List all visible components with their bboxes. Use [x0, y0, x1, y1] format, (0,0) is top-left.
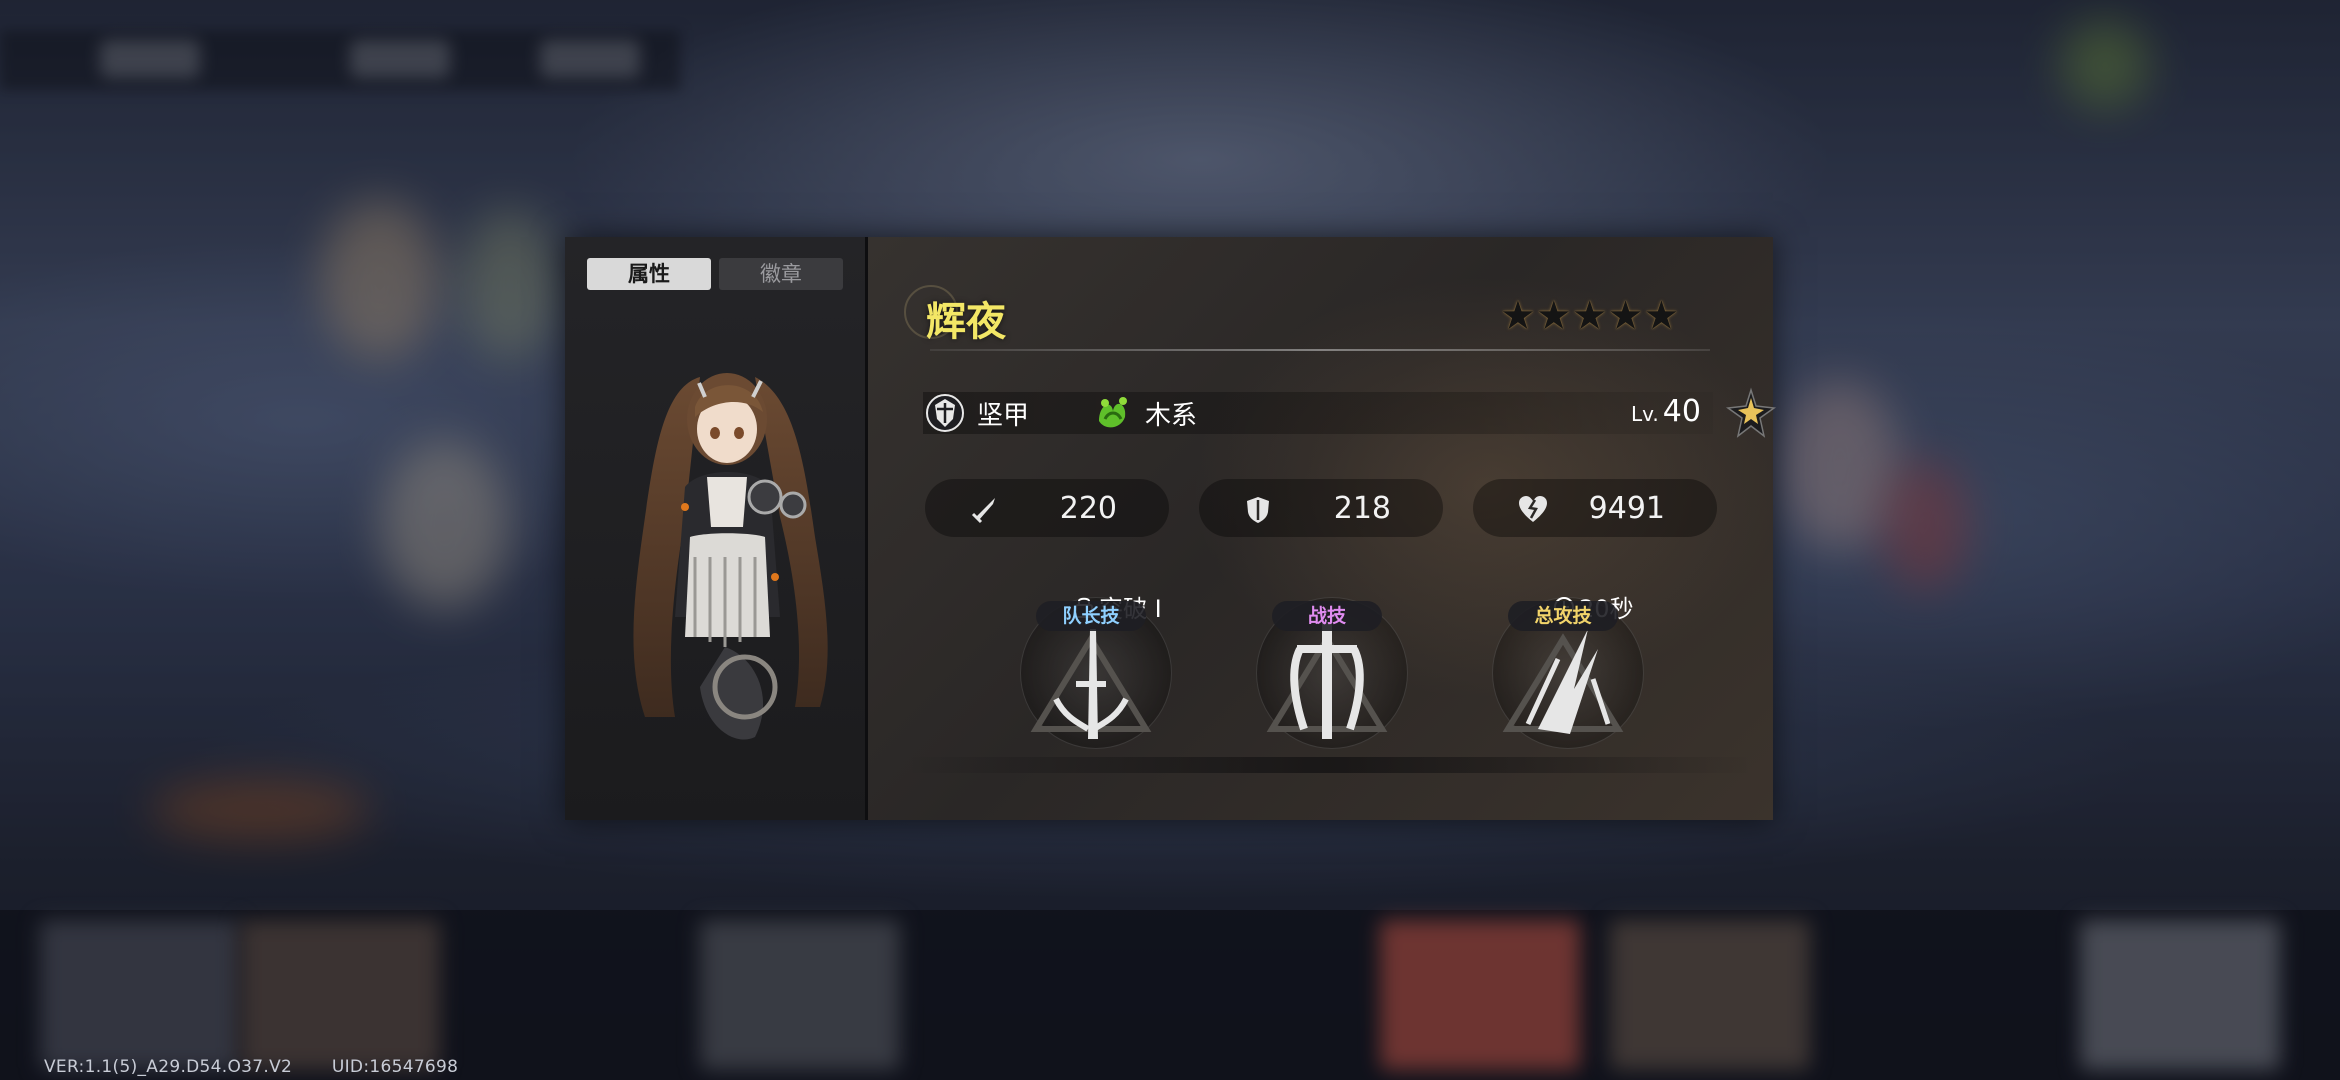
class-label: 坚甲: [977, 400, 1030, 431]
character-portrait: [633, 373, 828, 740]
breakthrough-star-icon[interactable]: [1724, 386, 1778, 440]
uid-text: UID:16547698: [331, 1057, 459, 1077]
heart-icon: [1519, 496, 1547, 522]
title-divider: [930, 349, 1710, 351]
character-name: 辉夜: [926, 299, 1006, 345]
level-display: Lv. 40: [1631, 394, 1701, 429]
version-text: VER:1.1(5)_A29.D54.O37.V2: [44, 1057, 293, 1077]
class-element-level-bar: 坚甲 木系 Lv. 40: [923, 387, 1777, 438]
level-value: 40: [1662, 394, 1701, 429]
defense-value: 218: [1333, 491, 1391, 526]
hp-value: 9491: [1588, 491, 1665, 526]
attack-stat: 220: [925, 479, 1169, 537]
wood-element-icon: [1099, 397, 1127, 428]
portrait-pane: 属性 徽章: [565, 237, 868, 820]
attack-value: 220: [1059, 491, 1117, 526]
leader-skill-label: 队长技: [1036, 601, 1146, 631]
tab-attributes[interactable]: 属性: [587, 258, 711, 290]
level-prefix: Lv.: [1631, 402, 1659, 426]
combat-skill-label: 战技: [1272, 601, 1382, 631]
tab-badges[interactable]: 徽章: [719, 258, 843, 290]
skill-floor-shadow: [904, 757, 1754, 773]
version-footer: VER:1.1(5)_A29.D54.O37.V2 UID:16547698: [44, 1057, 492, 1077]
sword-icon: [971, 498, 995, 524]
element-label: 木系: [1145, 400, 1198, 431]
rarity-stars: ★★★★★: [1500, 293, 1680, 339]
info-pane: 辉夜 ★★★★★ 坚甲 木系 Lv. 40 220 218 9491 Ⅰ 队长技…: [868, 237, 1777, 820]
class-info: 坚甲: [923, 392, 1029, 434]
hp-stat: 9491: [1473, 479, 1717, 537]
shield-icon: [1247, 497, 1269, 523]
element-info: 木系: [1091, 392, 1197, 434]
defense-stat: 218: [1199, 479, 1443, 537]
tab-bar: 属性 徽章: [587, 258, 843, 290]
shield-emblem-icon: [926, 394, 964, 432]
all-out-skill-label: 总攻技: [1508, 601, 1618, 631]
character-detail-panel: 属性 徽章 辉夜 ★★★★★ 坚甲 木系 Lv. 40 220 218 9491…: [565, 237, 1777, 820]
